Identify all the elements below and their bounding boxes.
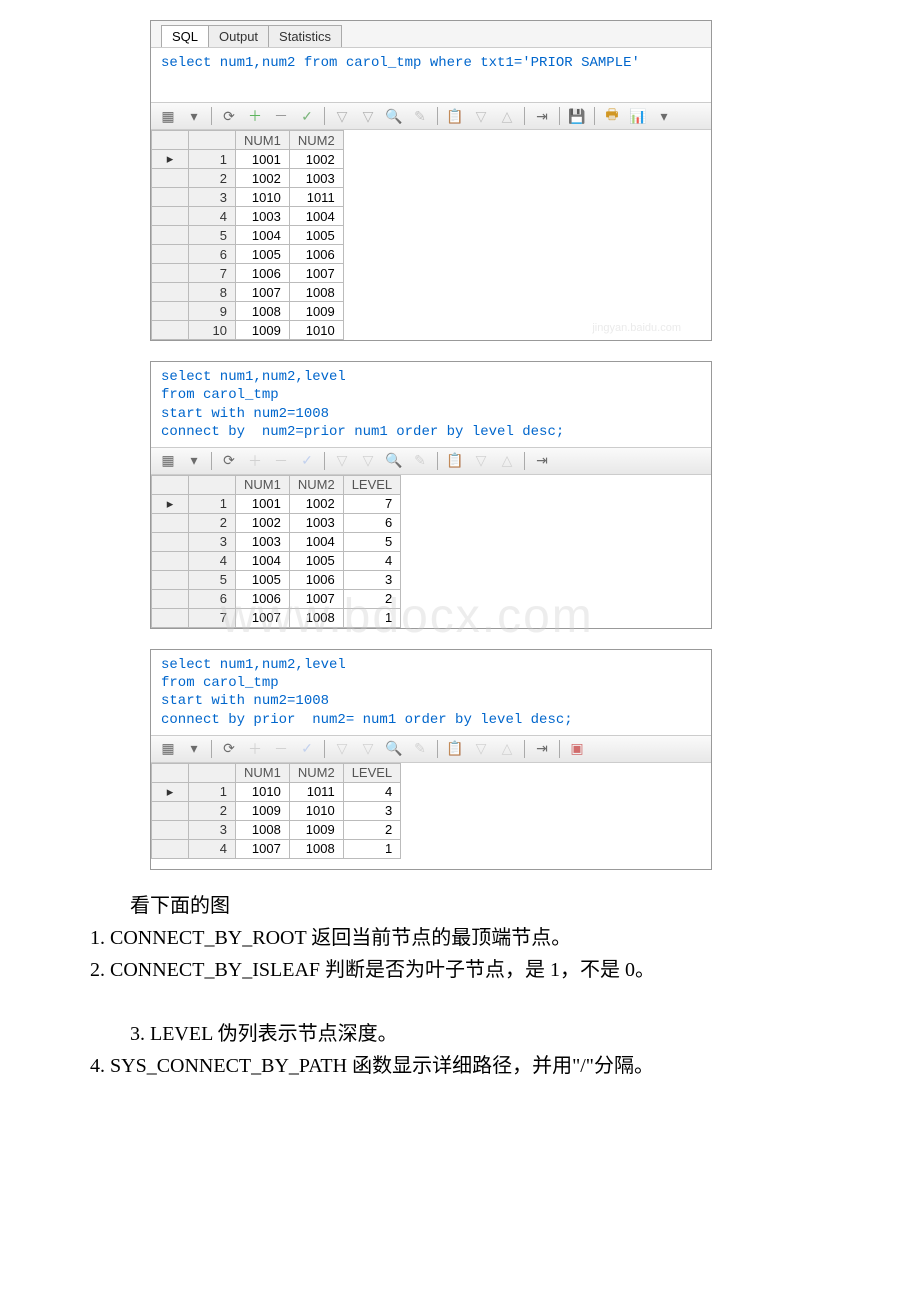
nav-up-icon[interactable]: △ xyxy=(498,740,516,758)
table-row[interactable]: 2100210036 xyxy=(152,513,401,532)
filter-icon[interactable]: ▽ xyxy=(333,107,351,125)
chart-icon[interactable]: 📊 xyxy=(629,107,647,125)
filter-icon-2[interactable]: ▽ xyxy=(359,740,377,758)
note-line: 2. CONNECT_BY_ISLEAF 判断是否为叶子节点，是 1，不是 0。 xyxy=(90,959,655,981)
notes-text: 看下面的图 1. CONNECT_BY_ROOT 返回当前节点的最顶端节点。 2… xyxy=(0,890,920,1122)
table-row[interactable]: 510041005 xyxy=(152,226,344,245)
table-row[interactable]: 310101011 xyxy=(152,188,344,207)
grid-icon[interactable]: ▦ xyxy=(159,452,177,470)
find-icon[interactable]: 🔍 xyxy=(385,107,403,125)
table-row[interactable]: ▸110011002 xyxy=(152,150,344,169)
nav-up-icon[interactable]: △ xyxy=(498,107,516,125)
result-grid-2[interactable]: NUM1 NUM2 LEVEL ▸11001100272100210036310… xyxy=(151,475,401,628)
edit-icon[interactable]: ✎ xyxy=(411,107,429,125)
col-header: NUM2 xyxy=(289,475,343,494)
tab-sql[interactable]: SQL xyxy=(161,25,209,47)
nav-up-icon[interactable]: △ xyxy=(498,452,516,470)
col-header: NUM2 xyxy=(289,763,343,782)
find-icon[interactable]: 🔍 xyxy=(385,740,403,758)
export-icon[interactable]: ⇥ xyxy=(533,452,551,470)
col-header: NUM1 xyxy=(236,475,290,494)
refresh-icon[interactable]: ⟳ xyxy=(220,452,238,470)
grid-icon[interactable]: ▦ xyxy=(159,107,177,125)
print-icon[interactable]: 🖶 xyxy=(603,107,621,125)
table-row[interactable]: 810071008 xyxy=(152,283,344,302)
edit-icon[interactable]: ✎ xyxy=(411,452,429,470)
plus-icon[interactable]: ＋ xyxy=(246,107,264,125)
grid-toolbar: ▦ ▾ ⟳ ＋ － ✓ ▽ ▽ 🔍 ✎ 📋 ▽ △ ⇥ 💾 🖶 📊 ▾ xyxy=(151,102,711,130)
export-icon[interactable]: ⇥ xyxy=(533,107,551,125)
clipboard-icon[interactable]: 📋 xyxy=(446,107,464,125)
sql-block-3: select num1,num2,level from carol_tmp st… xyxy=(150,649,712,870)
save-icon[interactable]: 💾 xyxy=(568,107,586,125)
find-icon[interactable]: 🔍 xyxy=(385,452,403,470)
sql-block-2: select num1,num2,level from carol_tmp st… xyxy=(150,361,712,629)
filter-icon-2[interactable]: ▽ xyxy=(359,452,377,470)
table-row[interactable]: 610051006 xyxy=(152,245,344,264)
nav-down-icon[interactable]: ▽ xyxy=(472,740,490,758)
result-grid-3[interactable]: NUM1 NUM2 LEVEL ▸11010101142100910103310… xyxy=(151,763,401,859)
check-icon[interactable]: ✓ xyxy=(298,740,316,758)
tab-output[interactable]: Output xyxy=(208,25,269,47)
col-header: NUM1 xyxy=(236,131,290,150)
check-icon[interactable]: ✓ xyxy=(298,452,316,470)
editor-tabs: SQL Output Statistics xyxy=(151,21,711,48)
table-row[interactable]: 4100710081 xyxy=(152,839,401,858)
table-row[interactable]: 1010091010 xyxy=(152,321,344,340)
more-icon[interactable]: ▾ xyxy=(655,107,673,125)
note-line: 3. LEVEL 伪列表示节点深度。 xyxy=(90,1018,830,1050)
dropdown-arrow-icon[interactable]: ▾ xyxy=(185,107,203,125)
tab-statistics[interactable]: Statistics xyxy=(268,25,342,47)
layout-icon[interactable]: ▣ xyxy=(568,740,586,758)
table-row[interactable]: 410031004 xyxy=(152,207,344,226)
filter-icon[interactable]: ▽ xyxy=(333,740,351,758)
clipboard-icon[interactable]: 📋 xyxy=(446,452,464,470)
plus-icon[interactable]: ＋ xyxy=(246,740,264,758)
table-row[interactable]: 2100910103 xyxy=(152,801,401,820)
result-grid-1[interactable]: NUM1 NUM2 ▸11001100221002100331010101141… xyxy=(151,130,344,340)
nav-down-icon[interactable]: ▽ xyxy=(472,452,490,470)
sql-editor[interactable]: select num1,num2 from carol_tmp where tx… xyxy=(151,48,711,78)
col-header: NUM2 xyxy=(289,131,343,150)
col-header: LEVEL xyxy=(343,475,400,494)
refresh-icon[interactable]: ⟳ xyxy=(220,740,238,758)
sql-block-1: SQL Output Statistics select num1,num2 f… xyxy=(150,20,712,341)
nav-down-icon[interactable]: ▽ xyxy=(472,107,490,125)
edit-icon[interactable]: ✎ xyxy=(411,740,429,758)
col-header: NUM1 xyxy=(236,763,290,782)
check-icon[interactable]: ✓ xyxy=(298,107,316,125)
sql-editor-2[interactable]: select num1,num2,level from carol_tmp st… xyxy=(151,362,711,447)
note-line: 4. SYS_CONNECT_BY_PATH 函数显示详细路径，并用"/"分隔。 xyxy=(90,1055,654,1077)
col-header: LEVEL xyxy=(343,763,400,782)
refresh-icon[interactable]: ⟳ xyxy=(220,107,238,125)
table-row[interactable]: 4100410054 xyxy=(152,551,401,570)
dropdown-arrow-icon[interactable]: ▾ xyxy=(185,740,203,758)
minus-icon[interactable]: － xyxy=(272,107,290,125)
export-icon[interactable]: ⇥ xyxy=(533,740,551,758)
grid-icon[interactable]: ▦ xyxy=(159,740,177,758)
dropdown-arrow-icon[interactable]: ▾ xyxy=(185,452,203,470)
minus-icon[interactable]: － xyxy=(272,452,290,470)
note-line: 看下面的图 xyxy=(90,890,830,922)
plus-icon[interactable]: ＋ xyxy=(246,452,264,470)
sql-editor-3[interactable]: select num1,num2,level from carol_tmp st… xyxy=(151,650,711,735)
clipboard-icon[interactable]: 📋 xyxy=(446,740,464,758)
table-row[interactable]: 5100510063 xyxy=(152,570,401,589)
table-row[interactable]: ▸1100110027 xyxy=(152,494,401,513)
note-line: 1. CONNECT_BY_ROOT 返回当前节点的最顶端节点。 xyxy=(90,927,571,949)
table-row[interactable]: 910081009 xyxy=(152,302,344,321)
minus-icon[interactable]: － xyxy=(272,740,290,758)
filter-icon-2[interactable]: ▽ xyxy=(359,107,377,125)
table-row[interactable]: ▸1101010114 xyxy=(152,782,401,801)
grid-toolbar-3: ▦ ▾ ⟳ ＋ － ✓ ▽ ▽ 🔍 ✎ 📋 ▽ △ ⇥ ▣ xyxy=(151,735,711,763)
table-row[interactable]: 3100310045 xyxy=(152,532,401,551)
table-row[interactable]: 3100810092 xyxy=(152,820,401,839)
table-row[interactable]: 210021003 xyxy=(152,169,344,188)
table-row[interactable]: 7100710081 xyxy=(152,608,401,627)
table-row[interactable]: 6100610072 xyxy=(152,589,401,608)
filter-icon[interactable]: ▽ xyxy=(333,452,351,470)
watermark-icon: jingyan.baidu.com xyxy=(592,322,681,334)
grid-toolbar-2: ▦ ▾ ⟳ ＋ － ✓ ▽ ▽ 🔍 ✎ 📋 ▽ △ ⇥ xyxy=(151,447,711,475)
table-row[interactable]: 710061007 xyxy=(152,264,344,283)
